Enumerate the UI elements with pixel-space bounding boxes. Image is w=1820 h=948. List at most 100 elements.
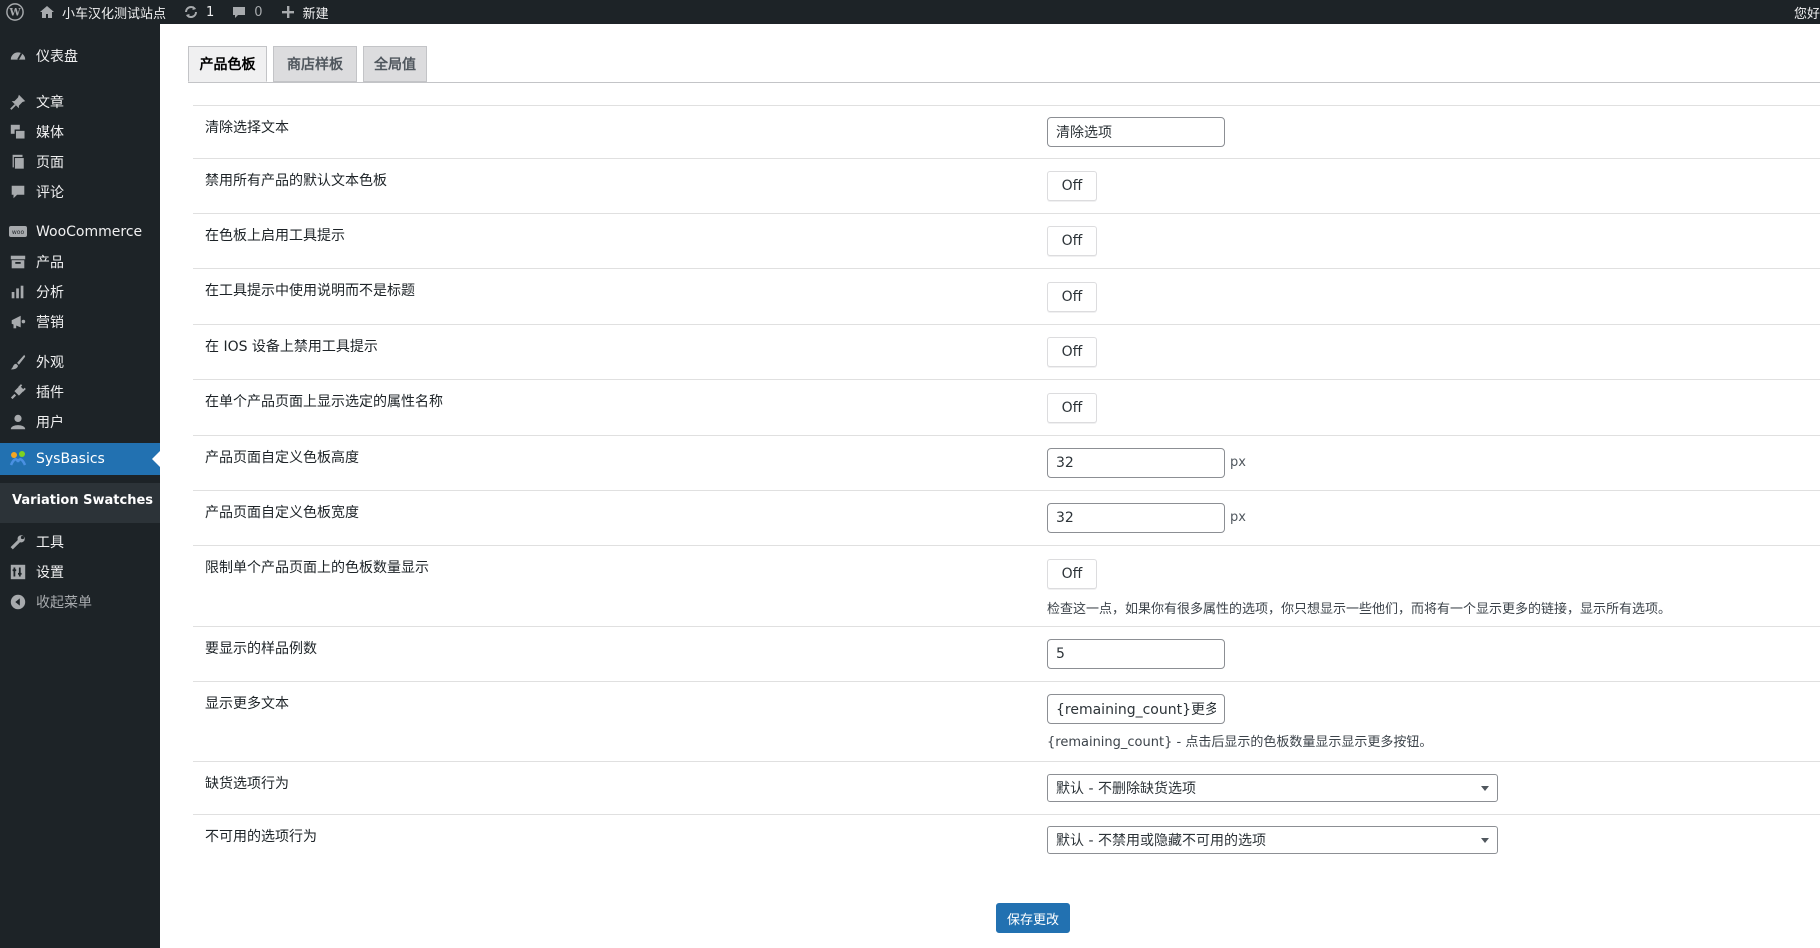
- menu-label: 分析: [36, 285, 64, 301]
- setting-label: 在单个产品页面上显示选定的属性名称: [205, 394, 443, 410]
- menu-label: 工具: [36, 535, 64, 551]
- menu-label: 用户: [36, 415, 64, 431]
- comment-icon: [8, 182, 28, 202]
- setting-label: 限制单个产品页面上的色板数量显示: [205, 560, 429, 576]
- swatch-height-input[interactable]: [1047, 448, 1225, 478]
- new-content-link[interactable]: 新建: [271, 0, 337, 24]
- menu-dashboard[interactable]: 仪表盘: [0, 40, 160, 72]
- chevron-down-icon: [1481, 838, 1489, 843]
- setting-row-clear-text: 清除选择文本: [193, 105, 1820, 159]
- setting-label: 产品页面自定义色板宽度: [205, 505, 359, 521]
- user-icon: [8, 412, 28, 432]
- setting-row-enable-tooltip: 在色板上启用工具提示 Off: [193, 214, 1820, 269]
- archive-icon: [8, 252, 28, 272]
- limit-swatches-toggle[interactable]: Off: [1047, 559, 1097, 589]
- menu-label: 产品: [36, 255, 64, 271]
- setting-row-disable-ios: 在 IOS 设备上禁用工具提示 Off: [193, 325, 1820, 380]
- menu-pages[interactable]: 页面: [0, 146, 160, 178]
- setting-label: 在色板上启用工具提示: [205, 228, 345, 244]
- menu-label: WooCommerce: [36, 224, 143, 240]
- tabs-divider: [188, 82, 1820, 83]
- admin-sidebar: 仪表盘 文章 媒体 页面 评论 woo WooCommerce 产品 分析 营销…: [0, 24, 160, 948]
- menu-media[interactable]: 媒体: [0, 116, 160, 148]
- menu-products[interactable]: 产品: [0, 246, 160, 278]
- megaphone-icon: [8, 312, 28, 332]
- menu-posts[interactable]: 文章: [0, 86, 160, 118]
- menu-sysbasics[interactable]: SysBasics: [0, 443, 160, 475]
- disable-default-toggle[interactable]: Off: [1047, 171, 1097, 201]
- menu-appearance[interactable]: 外观: [0, 346, 160, 378]
- comments-count: 0: [254, 4, 263, 20]
- chevron-down-icon: [1481, 786, 1489, 791]
- menu-collapse[interactable]: 收起菜单: [0, 586, 160, 618]
- show-attr-name-toggle[interactable]: Off: [1047, 393, 1097, 423]
- menu-settings[interactable]: 设置: [0, 556, 160, 588]
- setting-row-show-attr-name: 在单个产品页面上显示选定的属性名称 Off: [193, 380, 1820, 436]
- site-name-link[interactable]: 小车汉化测试站点: [30, 0, 174, 24]
- disable-ios-toggle[interactable]: Off: [1047, 337, 1097, 367]
- setting-row-more-text: 显示更多文本 {remaining_count} - 点击后显示的色板数量显示显…: [193, 682, 1820, 762]
- setting-label: 在 IOS 设备上禁用工具提示: [205, 339, 378, 355]
- menu-woocommerce[interactable]: woo WooCommerce: [0, 216, 160, 248]
- admin-bar: W 小车汉化测试站点 1 0 新建 您好: [0, 0, 1820, 24]
- menu-label: 评论: [36, 185, 64, 201]
- main-content: 产品色板 商店样板 全局值 清除选择文本 禁用所有产品的默认文本色板 Off 在…: [160, 24, 1820, 948]
- collapse-icon: [8, 592, 28, 612]
- submenu-variation-swatches[interactable]: Variation Swatches: [0, 483, 160, 508]
- updates-count: 1: [206, 4, 215, 20]
- dashboard-icon: [8, 46, 28, 66]
- setting-row-swatch-height: 产品页面自定义色板高度 px: [193, 436, 1820, 491]
- select-value: 默认 - 不禁用或隐藏不可用的选项: [1056, 833, 1266, 849]
- clear-text-input[interactable]: [1047, 117, 1225, 147]
- media-icon: [8, 122, 28, 142]
- update-icon: [182, 3, 200, 21]
- setting-label: 产品页面自定义色板高度: [205, 450, 359, 466]
- tab-shop-swatches[interactable]: 商店样板: [273, 46, 357, 82]
- woo-icon: woo: [8, 222, 28, 242]
- menu-plugins[interactable]: 插件: [0, 376, 160, 408]
- tab-product-swatches[interactable]: 产品色板: [188, 46, 267, 82]
- menu-label: 文章: [36, 95, 64, 111]
- svg-text:W: W: [8, 8, 21, 19]
- swatch-count-input[interactable]: [1047, 639, 1225, 669]
- menu-tools[interactable]: 工具: [0, 526, 160, 558]
- comments-link[interactable]: 0: [222, 0, 270, 24]
- menu-analytics[interactable]: 分析: [0, 276, 160, 308]
- limit-description: 检查这一点，如果你有很多属性的选项，你只想显示一些他们，而将有一个显示更多的链接…: [1047, 602, 1672, 617]
- setting-row-disable-default: 禁用所有产品的默认文本色板 Off: [193, 159, 1820, 214]
- svg-text:woo: woo: [12, 229, 25, 236]
- enable-tooltip-toggle[interactable]: Off: [1047, 226, 1097, 256]
- out-of-stock-select[interactable]: 默认 - 不删除缺货选项: [1047, 774, 1498, 802]
- menu-comments[interactable]: 评论: [0, 176, 160, 208]
- menu-label: 媒体: [36, 125, 64, 141]
- save-button[interactable]: 保存更改: [996, 903, 1070, 933]
- account-greeting[interactable]: 您好: [1794, 0, 1820, 24]
- tooltip-desc-toggle[interactable]: Off: [1047, 282, 1097, 312]
- wrench-icon: [8, 532, 28, 552]
- site-name: 小车汉化测试站点: [62, 6, 167, 22]
- settings-icon: [8, 562, 28, 582]
- wordpress-logo-icon[interactable]: W: [0, 0, 30, 24]
- plus-icon: [279, 3, 297, 21]
- updates-link[interactable]: 1: [174, 0, 222, 24]
- tab-global-values[interactable]: 全局值: [363, 46, 427, 82]
- submenu: Variation Swatches: [0, 483, 160, 523]
- menu-users[interactable]: 用户: [0, 406, 160, 438]
- menu-label: 外观: [36, 355, 64, 371]
- swatch-width-input[interactable]: [1047, 503, 1225, 533]
- setting-label: 在工具提示中使用说明而不是标题: [205, 283, 415, 299]
- select-value: 默认 - 不删除缺货选项: [1056, 781, 1196, 797]
- paintbrush-icon: [8, 352, 28, 372]
- settings-tabs: 产品色板 商店样板 全局值: [188, 46, 427, 82]
- settings-form: 清除选择文本 禁用所有产品的默认文本色板 Off 在色板上启用工具提示 Off …: [193, 105, 1820, 870]
- unavailable-select[interactable]: 默认 - 不禁用或隐藏不可用的选项: [1047, 826, 1498, 854]
- setting-row-unavailable: 不可用的选项行为 默认 - 不禁用或隐藏不可用的选项: [193, 815, 1820, 870]
- menu-marketing[interactable]: 营销: [0, 306, 160, 338]
- setting-label: 显示更多文本: [205, 696, 289, 712]
- pin-icon: [8, 92, 28, 112]
- new-label: 新建: [302, 6, 329, 22]
- more-text-input[interactable]: [1047, 694, 1225, 724]
- menu-label: 仪表盘: [36, 49, 78, 65]
- more-text-description: {remaining_count} - 点击后显示的色板数量显示显示更多按钮。: [1047, 735, 1433, 750]
- setting-row-swatch-width: 产品页面自定义色板宽度 px: [193, 491, 1820, 546]
